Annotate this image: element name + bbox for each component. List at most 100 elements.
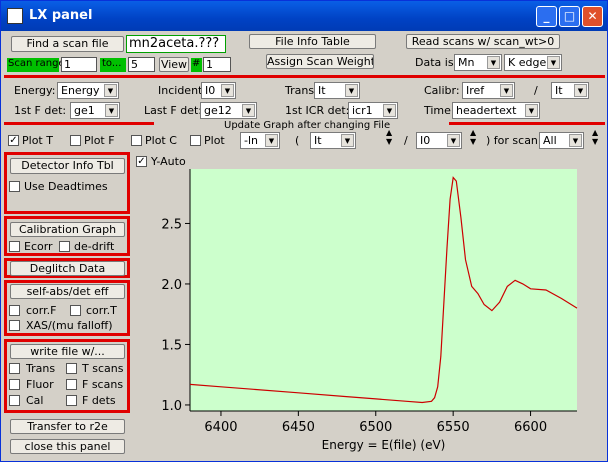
energy-select[interactable]: Energy ▼ [57,82,119,99]
scan-range-label: Scan range [7,58,65,72]
xas-checkbox[interactable] [9,320,20,331]
t-scans-label: T scans [82,362,124,375]
self-abs-button[interactable]: self-abs/det eff [10,284,125,299]
numerator-stepper[interactable]: ▲ ▼ [386,128,392,146]
scan-to-input[interactable]: 5 [128,57,155,72]
first-f-select[interactable]: ge1 ▼ [70,102,120,119]
de-drift-label: de-drift [74,240,115,253]
x-tick-label: 6400 [204,420,237,435]
chevron-down-icon: ▼ [221,84,234,97]
use-deadtimes-checkbox[interactable] [9,181,20,192]
chevron-down-icon: ▼ [105,104,118,117]
read-scans-button[interactable]: Read scans w/ scan_wt>0 [406,34,560,49]
cal-checkbox[interactable] [9,395,20,406]
corr-t-label: corr.T [86,304,117,317]
energy-label: Energy: [14,84,56,97]
denominator-select[interactable]: I0 ▼ [416,132,462,149]
ecorr-checkbox[interactable] [9,241,20,252]
trans-select[interactable]: It ▼ [314,82,360,99]
y-tick-label: 2.0 [161,278,182,293]
filename-input[interactable]: mn2aceta.??? [126,35,226,53]
calibr-select[interactable]: Iref ▼ [462,82,515,99]
view-scan-input[interactable]: 1 [203,57,231,72]
lx-panel-window: LX panel _ □ ✕ Find a scan file mn2aceta… [0,0,608,462]
y-auto-label: Y-Auto [151,155,186,168]
denominator-stepper[interactable]: ▲ ▼ [470,128,476,146]
scan-select[interactable]: All ▼ [539,132,584,149]
icr-select[interactable]: icr1 ▼ [348,102,398,119]
chevron-down-icon: ▼ [265,134,278,147]
plot-c-label: Plot C [145,134,177,147]
element-select[interactable]: Mn ▼ [454,54,502,71]
corr-t-checkbox[interactable] [70,305,81,316]
ecorr-label: Ecorr [24,240,53,253]
scan-to-label: to... [100,58,126,72]
ln-value: -ln [244,134,258,147]
edge-select[interactable]: K edge ▼ [504,54,562,71]
plot-c-checkbox[interactable] [131,135,142,146]
plot-f-checkbox[interactable] [70,135,81,146]
time-label: Time: [424,104,455,117]
trans-checkbox[interactable] [9,363,20,374]
chevron-down-icon: ▼ [447,134,460,147]
chevron-down-icon: ▼ [569,134,582,147]
assign-scan-weights-button[interactable]: Assign Scan Weights [266,54,374,69]
plot-label: Plot [204,134,225,147]
de-drift-checkbox[interactable] [59,241,70,252]
f-scans-label: F scans [82,378,124,391]
y-tick-label: 2.5 [161,217,182,232]
deglitch-data-button[interactable]: Deglitch Data [10,261,125,276]
incident-value: I0 [205,84,216,97]
f-dets-checkbox[interactable] [66,395,77,406]
close-window-button[interactable]: ✕ [582,6,603,27]
x-tick-label: 6600 [514,420,547,435]
write-file-button[interactable]: write file w/... [10,344,125,359]
incident-select[interactable]: I0 ▼ [201,82,236,99]
divider-top [4,75,605,78]
chevron-down-icon: ▼ [242,104,255,117]
xas-chart[interactable]: 1.0 1.5 2.0 2.5 6400 6450 6500 6550 6600 Energy =… [132,169,602,459]
ln-select[interactable]: -ln ▼ [240,132,280,149]
y-auto-checkbox[interactable]: ✓ [136,156,147,167]
scan-stepper[interactable]: ▲ ▼ [592,128,598,146]
corr-f-label: corr.F [26,304,57,317]
scan-from-input[interactable]: 1 [61,57,97,72]
first-f-value: ge1 [74,104,95,117]
close-panel-button[interactable]: close this panel [10,439,125,454]
plot-f-label: Plot F [84,134,115,147]
detector-info-button[interactable]: Detector Info Tbl [10,158,125,174]
divider-mid-right [449,122,605,125]
f-scans-checkbox[interactable] [66,379,77,390]
window-title: LX panel [29,8,93,23]
find-scan-file-button[interactable]: Find a scan file [11,36,124,52]
last-f-value: ge12 [204,104,232,117]
x-tick-label: 6450 [282,420,315,435]
calibr-label: Calibr: [424,84,460,97]
use-deadtimes-label: Use Deadtimes [24,180,108,193]
minimize-button[interactable]: _ [536,6,557,27]
x-tick-label: 6550 [437,420,470,435]
time-select[interactable]: headertext ▼ [452,102,540,119]
title-bar[interactable]: LX panel _ □ ✕ [1,1,607,31]
last-f-select[interactable]: ge12 ▼ [200,102,257,119]
t-scans-checkbox[interactable] [66,363,77,374]
plot-t-label: Plot T [22,134,53,147]
view-button[interactable]: View [159,57,189,72]
time-value: headertext [456,104,517,117]
fluor-checkbox[interactable] [9,379,20,390]
trans-value: It [318,84,326,97]
calibr2-select[interactable]: It ▼ [551,82,589,99]
file-info-table-button[interactable]: File Info Table [249,34,376,49]
calibr-value: Iref [466,84,485,97]
transfer-r2e-button[interactable]: Transfer to r2e [10,419,125,434]
calibration-graph-button[interactable]: Calibration Graph [10,222,125,237]
app-icon [7,8,23,24]
plot-checkbox[interactable] [190,135,201,146]
corr-f-checkbox[interactable] [9,305,20,316]
calibr2-value: It [555,84,563,97]
maximize-button[interactable]: □ [559,6,580,27]
plot-t-checkbox[interactable]: ✓ [8,135,19,146]
icr-value: icr1 [352,104,373,117]
numerator-select[interactable]: It ▼ [310,132,356,149]
panel-client: Find a scan file mn2aceta.??? File Info … [4,31,605,460]
